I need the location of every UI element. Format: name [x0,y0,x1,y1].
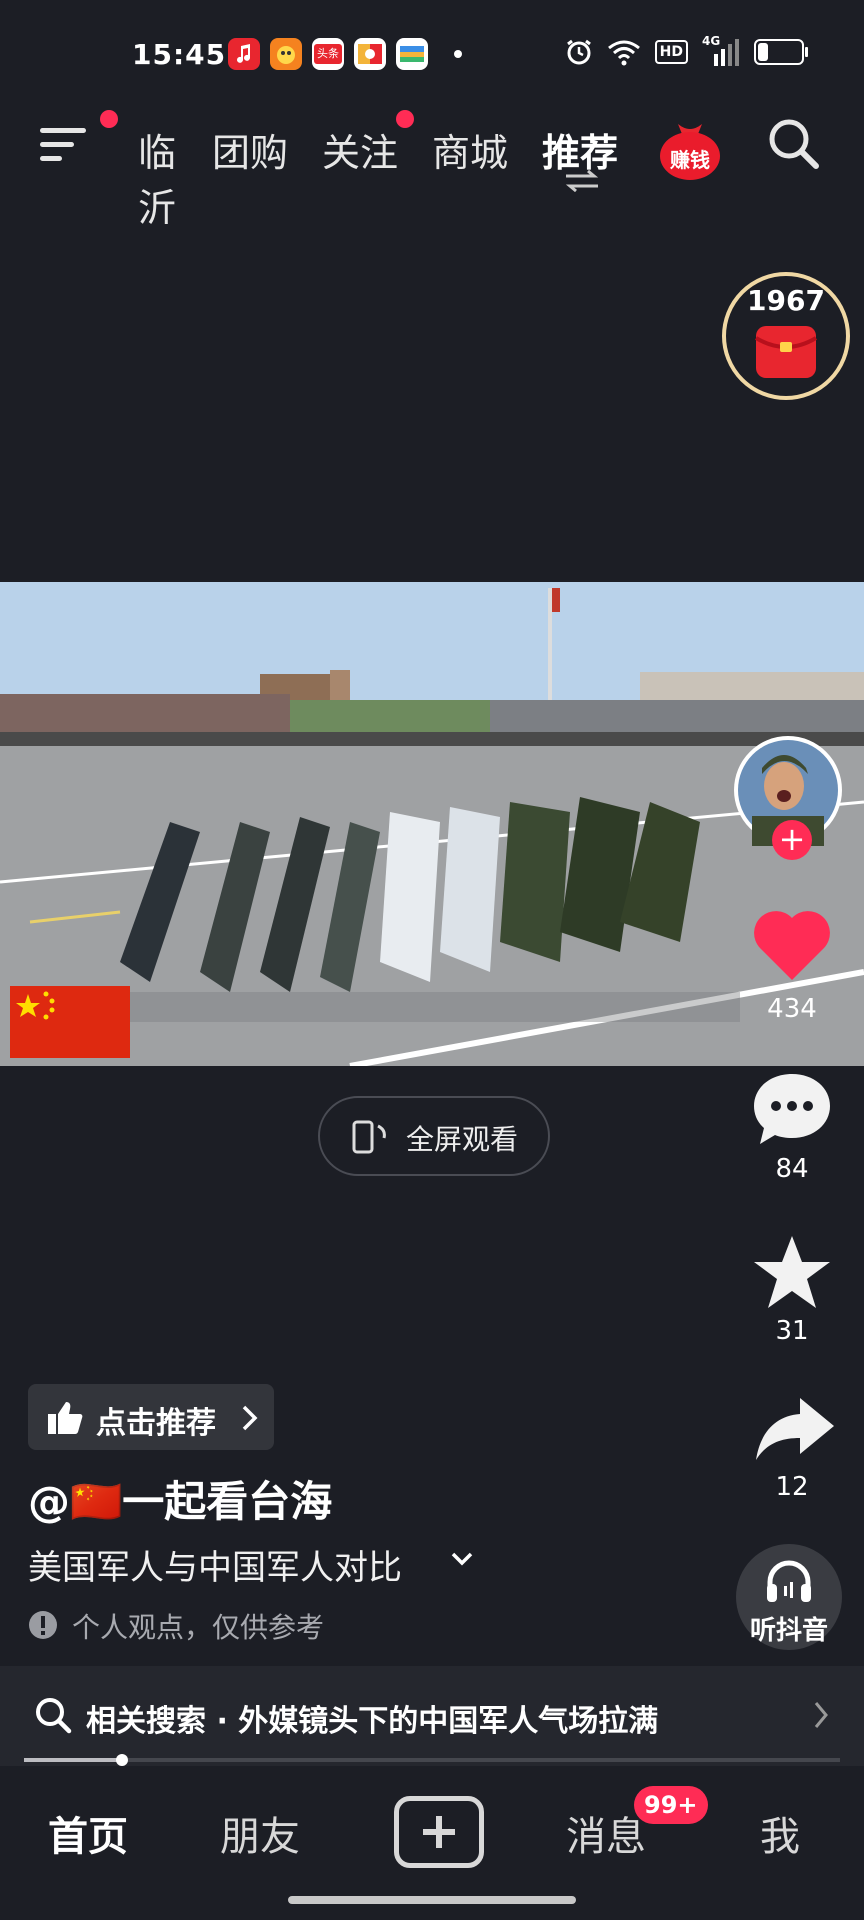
signal-label: 4G [702,34,721,48]
related-search-bar[interactable]: 相关搜索 · 外媒镜头下的中国军人气场拉满 [0,1666,864,1766]
switch-arrows-icon [565,170,599,192]
headphones-icon [767,1560,811,1602]
disclaimer-text: 个人观点，仅供参考 [72,1611,325,1644]
chevron-right-icon [242,1405,258,1431]
wallet-app-icon [396,38,428,70]
author-avatar[interactable]: + [732,734,844,860]
favorite-star-icon[interactable] [750,1232,834,1312]
toutiao-label: 头条 [314,44,342,64]
author-name[interactable]: @🇨🇳一起看台海 [28,1468,332,1529]
music-app-icon [228,38,260,70]
like-count: 434 [767,994,817,1024]
comment-icon[interactable] [750,1070,834,1148]
tab-group-buy[interactable]: 团购 [212,122,288,177]
timer-count: 1967 [747,284,825,317]
home-indicator [288,1896,576,1904]
like-heart-icon[interactable] [752,908,832,982]
red-packet-timer[interactable]: 1967 [720,268,852,404]
battery-icon [754,39,808,65]
progress-fill [24,1758,122,1762]
tab-mall[interactable]: 商城 [432,122,508,177]
toutiao-app-icon: 头条 [312,38,344,70]
listen-douyin-button[interactable]: 听抖音 [736,1544,842,1650]
status-bar: 15:45 头条 HD 4G [0,0,864,100]
following-notification-dot [396,110,414,128]
progress-knob[interactable] [115,1754,128,1766]
more-notifications-dot [454,50,462,58]
search-icon [36,1698,72,1734]
thumbs-up-icon [48,1402,83,1434]
system-icons: HD 4G [565,34,808,66]
wifi-icon [607,40,640,66]
favorite-count: 31 [775,1316,809,1346]
signal-icon: 4G [702,34,740,66]
video-caption[interactable]: 美国军人与中国军人对比 [28,1540,402,1589]
info-warning-icon [29,1611,57,1639]
fullscreen-label: 全屏观看 [406,1123,519,1156]
share-arrow-icon[interactable] [752,1394,836,1464]
comment-count: 84 [775,1154,809,1184]
rotate-phone-icon [352,1120,386,1154]
china-flag-overlay [10,986,130,1058]
hd-badge: HD [654,40,688,64]
top-nav: 临沂 团购 关注 商城 推荐 赚钱 [0,110,864,230]
video-progress-bar[interactable] [24,1754,840,1766]
recommend-button[interactable]: 点击推荐 [28,1384,274,1450]
tab-local[interactable]: 临沂 [104,122,176,232]
earn-label: 赚钱 [670,148,710,172]
search-icon[interactable] [766,116,822,172]
related-search-text: 相关搜索 · 外媒镜头下的中国军人气场拉满 [86,1704,659,1739]
nav-home[interactable]: 首页 [48,1804,128,1862]
chevron-right-icon [814,1702,828,1728]
game-app-icon [354,38,386,70]
nav-messages[interactable]: 消息 [566,1804,646,1862]
recommend-label: 点击推荐 [96,1406,216,1441]
chevron-down-icon[interactable] [450,1550,474,1568]
create-button[interactable] [394,1796,484,1868]
menu-icon[interactable] [40,124,90,164]
messages-badge: 99+ [634,1786,708,1824]
shopping-app-icon [270,38,302,70]
nav-me[interactable]: 我 [760,1804,800,1862]
status-time: 15:45 [132,38,227,71]
nav-friends[interactable]: 朋友 [220,1804,300,1862]
tab-recommend[interactable]: 推荐 [542,122,618,177]
flag-star-icon [16,991,55,1020]
plus-icon [423,1816,455,1848]
earn-money-button[interactable]: 赚钱 [656,114,724,182]
fullscreen-button[interactable]: 全屏观看 [318,1096,550,1176]
listen-label: 听抖音 [749,1616,828,1646]
tab-following[interactable]: 关注 [322,122,398,177]
share-count: 12 [775,1472,809,1502]
alarm-icon [566,39,591,65]
follow-plus-icon[interactable]: + [772,820,812,860]
